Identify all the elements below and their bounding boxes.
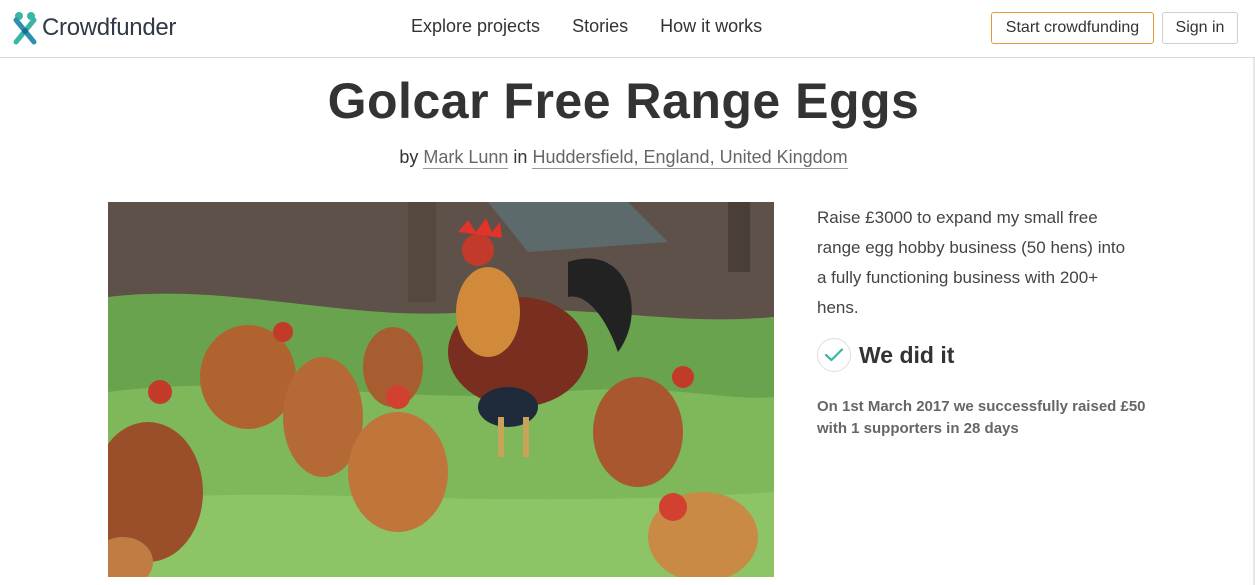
hens-and-rooster-photo <box>108 202 774 577</box>
location-link[interactable]: Huddersfield, England, United Kingdom <box>532 147 848 169</box>
crowdfunder-logo-icon <box>13 12 37 45</box>
project-title: Golcar Free Range Eggs <box>327 73 920 129</box>
funding-summary: On 1st March 2017 we successfully raised… <box>817 398 1146 437</box>
author-link[interactable]: Mark Lunn <box>423 147 509 169</box>
start-crowdfunding-button[interactable]: Start crowdfunding <box>991 12 1154 44</box>
sign-in-button[interactable]: Sign in <box>1162 12 1238 44</box>
brand-name: Crowdfunder <box>42 14 177 41</box>
checkmark-icon <box>825 348 843 362</box>
nav-stories[interactable]: Stories <box>572 16 628 37</box>
main-nav: Explore projects Stories How it works <box>411 16 762 37</box>
project-hero-image[interactable] <box>108 202 774 577</box>
byline-in: in <box>513 147 528 167</box>
funding-status: We did it <box>817 338 954 372</box>
nav-how-it-works[interactable]: How it works <box>660 16 762 37</box>
project-byline: by Mark Lunn in Huddersfield, England, U… <box>0 147 1247 169</box>
status-label: We did it <box>859 341 955 368</box>
nav-explore-projects[interactable]: Explore projects <box>411 16 540 37</box>
byline-by: by <box>399 147 419 167</box>
project-description: Raise £3000 to expand my small free rang… <box>817 208 1126 317</box>
brand-logo[interactable]: Crowdfunder <box>10 8 176 48</box>
top-navbar: Crowdfunder Explore projects Stories How… <box>0 0 1255 58</box>
status-check-badge <box>817 338 851 372</box>
